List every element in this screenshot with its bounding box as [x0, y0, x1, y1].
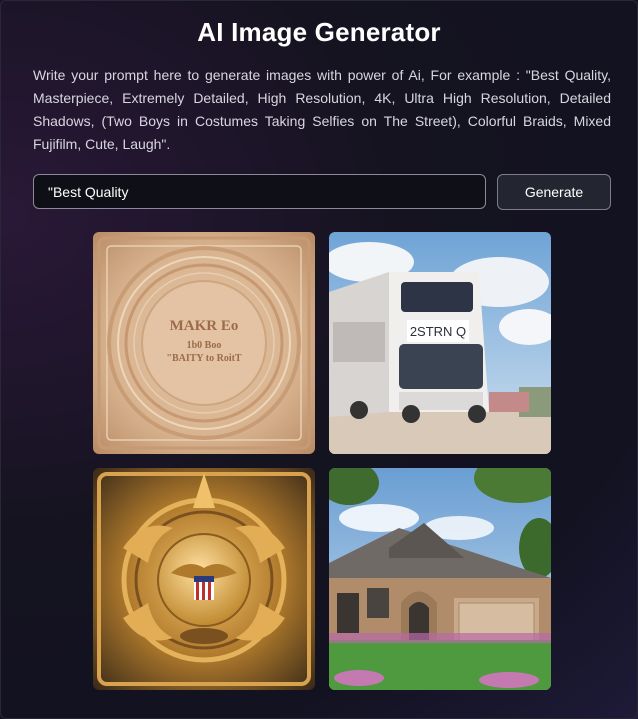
prompt-description: Write your prompt here to generate image… [33, 67, 611, 152]
page-title: AI Image Generator [197, 17, 441, 47]
image-grid: MAKR Eo 1b0 Boo "BAITY to RoitT 2STRN Q [93, 232, 551, 690]
brick-house-image [329, 468, 551, 690]
golden-emblem-image [93, 468, 315, 690]
generated-image-4[interactable] [329, 468, 551, 690]
engraved-plaque-image: MAKR Eo 1b0 Boo "BAITY to RoitT [93, 232, 315, 454]
generate-button[interactable]: Generate [497, 174, 611, 210]
bus-sign-text: 2STRN Q [410, 324, 466, 339]
plaque-line-1: MAKR Eo [170, 318, 239, 334]
generated-image-2[interactable]: 2STRN Q [329, 232, 551, 454]
plaque-line-3: "BAITY to RoitT [166, 353, 242, 364]
prompt-input[interactable] [33, 174, 486, 209]
plaque-line-2: 1b0 Boo [187, 340, 222, 351]
white-bus-image: 2STRN Q [329, 232, 551, 454]
generated-image-3[interactable] [93, 468, 315, 690]
generated-image-1[interactable]: MAKR Eo 1b0 Boo "BAITY to RoitT [93, 232, 315, 454]
